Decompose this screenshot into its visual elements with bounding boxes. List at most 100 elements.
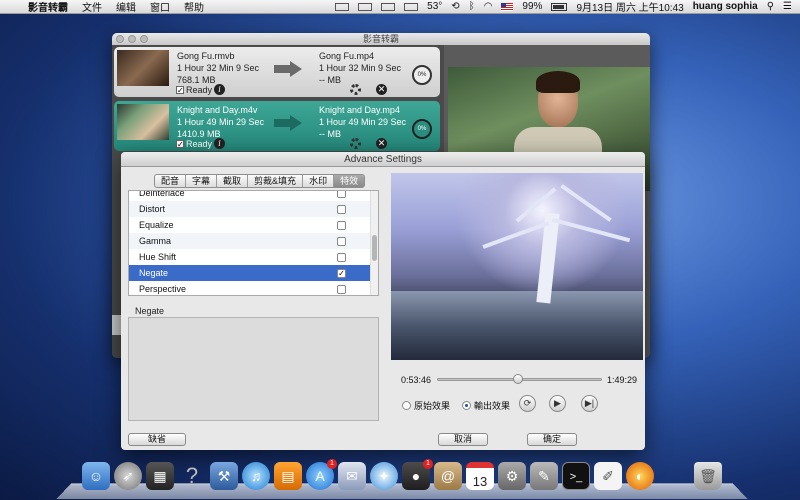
menu-edit[interactable]: 编辑 [116,0,136,14]
wifi-icon[interactable]: ◠ [484,1,493,12]
textedit-icon[interactable]: ✐ [594,462,622,490]
effect-checkbox[interactable] [337,285,346,294]
time-machine-icon[interactable]: ⟲ [451,1,459,12]
terminal-icon[interactable]: >_ [562,462,590,490]
effect-row-perspective[interactable]: Perspective [129,281,378,295]
dialog-title: Advance Settings [121,152,645,167]
ready-check-icon[interactable]: ✓ [176,140,184,149]
bluetooth-icon[interactable]: ᛒ [469,1,475,12]
info-icon[interactable]: i [214,84,225,95]
tab-watermark[interactable]: 水印 [303,175,335,187]
slider-knob[interactable] [513,374,523,384]
effect-row-gamma[interactable]: Gamma [129,233,378,249]
tab-effects[interactable]: 特效 [334,175,365,187]
cancel-button[interactable]: 取消 [438,433,488,446]
effect-row-distort[interactable]: Distort [129,201,378,217]
launchpad-icon[interactable]: ➶ [114,462,142,490]
effect-checkbox-checked[interactable]: ✓ [337,269,346,278]
default-button[interactable]: 缺省 [128,433,186,446]
calendar-icon[interactable]: 13 [466,462,494,490]
spotlight-icon[interactable]: ⚲ [767,1,774,12]
scrollbar-thumb[interactable] [372,235,377,261]
effect-checkbox[interactable] [337,237,346,246]
notification-center-icon[interactable]: ☰ [783,1,792,12]
effect-row-equalize[interactable]: Equalize [129,217,378,233]
user-name[interactable]: huang sophia [693,1,758,12]
tab-audio[interactable]: 配音 [155,175,187,187]
radio-output-effect[interactable] [462,401,472,410]
effect-label: Gamma [139,236,172,246]
refresh-preview-icon[interactable]: ⟳ [519,395,536,412]
clock[interactable]: 9月13日 周六 上午10:43 [576,0,683,14]
system-preferences-icon[interactable]: ⚙ [498,462,526,490]
ok-button[interactable]: 确定 [527,433,577,446]
job-item[interactable]: Gong Fu.rmvb 1 Hour 32 Min 9 Sec 768.1 M… [114,47,440,97]
current-time: 0:53:46 [401,375,432,385]
remove-job-icon[interactable]: ✕ [376,84,387,95]
menu-file[interactable]: 文件 [82,0,102,14]
safari-icon[interactable]: ✦ [370,462,398,490]
preview-branch [551,217,631,243]
video-converter-icon[interactable]: ◐ [626,462,654,490]
ibooks-icon[interactable]: ▤ [274,462,302,490]
input-source-flag-icon[interactable] [501,2,514,11]
close-window-button[interactable] [116,35,124,43]
itunes-icon[interactable]: ♫ [242,462,270,490]
main-window-titlebar: 影音转霸 [112,33,650,45]
facetime-icon[interactable]: ● 1 [402,459,433,490]
source-duration: 1 Hour 49 Min 29 Sec [177,117,265,127]
network-monitor-icon[interactable] [404,2,419,11]
job-thumbnail [117,104,169,140]
job-source-info: Knight and Day.m4v 1 Hour 49 Min 29 Sec … [177,104,264,140]
next-frame-icon[interactable]: ▶| [581,395,598,412]
preview-mode-radios: 原始效果 輸出效果 [402,399,510,412]
gear-icon[interactable] [350,138,361,149]
battery-percent[interactable]: 99% [522,1,542,12]
ready-checkbox[interactable]: ✓ Ready [176,85,212,95]
app-store-icon[interactable]: A1 [306,459,337,490]
effect-checkbox[interactable] [337,221,346,230]
radio-output-label: 輸出效果 [474,401,511,411]
battery-icon[interactable] [551,2,568,11]
ready-check-icon[interactable]: ✓ [176,86,184,95]
effect-checkbox[interactable] [337,205,346,214]
effect-label: Hue Shift [139,252,177,262]
trash-icon[interactable]: 🗑 [694,462,722,490]
status-monitor-icon[interactable] [335,2,350,11]
preview-icon[interactable]: ✉ [338,462,366,490]
radio-original-effect[interactable] [402,401,411,410]
menu-app-name[interactable]: 影音转霸 [28,0,68,14]
effect-row-hue-shift[interactable]: Hue Shift [129,249,378,265]
source-duration: 1 Hour 32 Min 9 Sec [177,63,260,73]
remove-job-icon[interactable]: ✕ [376,138,387,149]
xcode-icon[interactable]: ⚒ [210,462,238,490]
help-icon[interactable]: ? [178,462,206,490]
play-icon[interactable]: ▶ [549,395,566,412]
ready-checkbox[interactable]: ✓ Ready [176,139,212,149]
effect-checkbox[interactable] [337,191,346,198]
effect-row-negate[interactable]: Negate ✓ [129,265,378,281]
zoom-window-button[interactable] [140,35,148,43]
info-icon[interactable]: i [214,138,225,149]
menu-window[interactable]: 窗口 [150,0,170,14]
tab-trim[interactable]: 截取 [217,175,249,187]
memory-monitor-icon[interactable] [381,2,396,11]
contacts-icon[interactable]: @ [434,462,462,490]
notification-badge: 1 [327,459,337,469]
effects-scrollbar[interactable] [370,191,378,295]
cpu-monitor-icon[interactable] [358,2,373,11]
effect-description-title: Negate [135,306,165,316]
playback-slider[interactable] [437,374,602,384]
gear-icon[interactable] [350,84,361,95]
photo-booth-icon[interactable]: ▦ [146,462,174,490]
effect-row-deinterlace[interactable]: Deinterlace [129,191,378,201]
utilities-icon[interactable]: ✎ [530,462,558,490]
job-item[interactable]: Knight and Day.m4v 1 Hour 49 Min 29 Sec … [114,101,440,151]
effect-checkbox[interactable] [337,253,346,262]
tab-subtitle[interactable]: 字幕 [186,175,218,187]
tab-crop-pad[interactable]: 剪裁&填充 [248,175,304,187]
finder-icon[interactable]: ☺ [82,462,110,490]
temperature-text[interactable]: 53° [427,1,442,12]
minimize-window-button[interactable] [128,35,136,43]
menu-help[interactable]: 帮助 [184,0,204,14]
